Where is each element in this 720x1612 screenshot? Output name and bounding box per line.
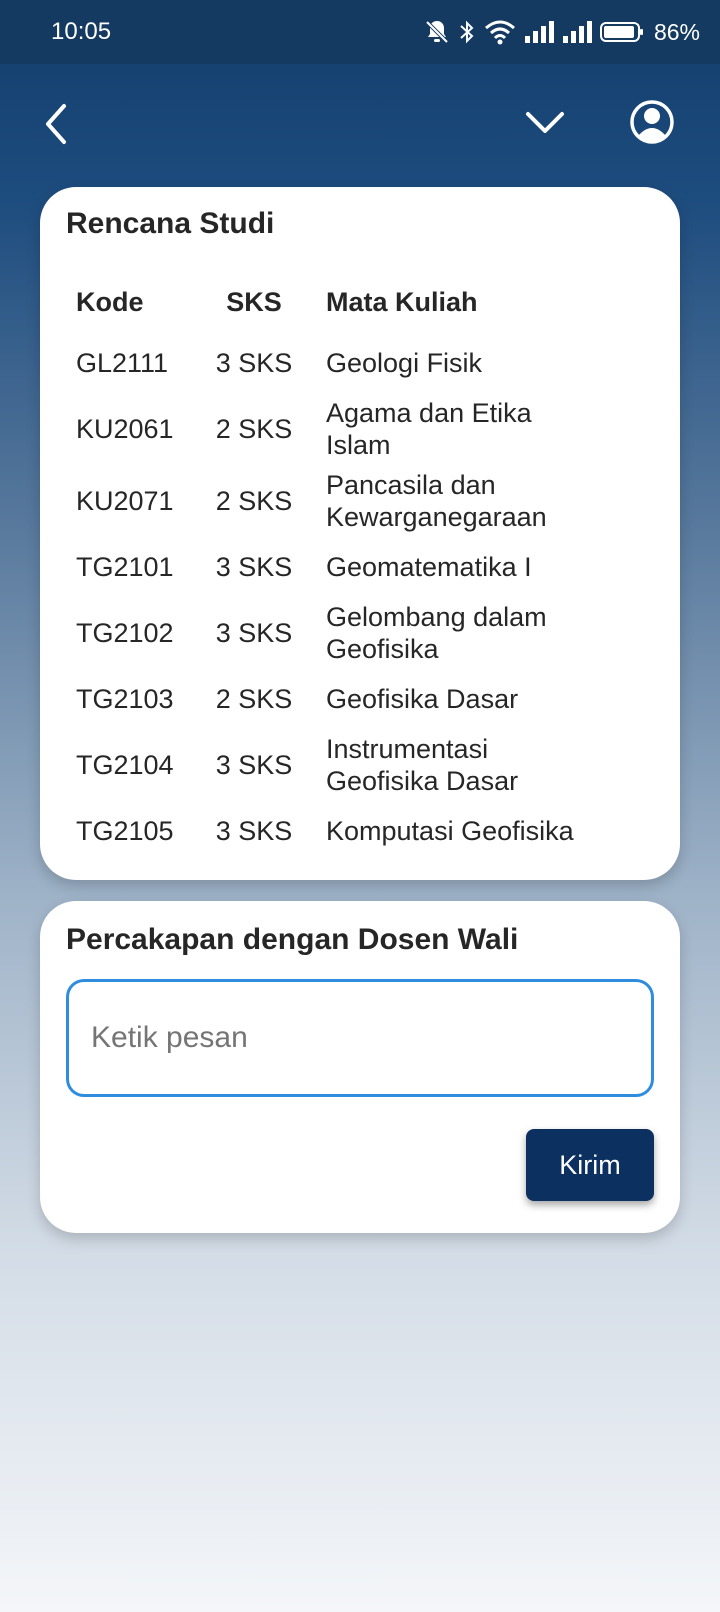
column-header-code: Kode (76, 286, 144, 317)
course-code: TG2104 (76, 749, 174, 780)
course-credits: 3 SKS (215, 749, 293, 780)
back-arrow-icon (46, 104, 66, 144)
top-app-bar (0, 64, 720, 180)
course-credits: 3 SKS (215, 815, 293, 846)
column-header-sks: SKS (226, 286, 282, 317)
signal-icon (562, 18, 592, 46)
signal-icon (524, 18, 554, 46)
table-row: TG2103 2 SKS Geofisika Dasar (76, 669, 636, 729)
course-name: Komputasi Geofisika (326, 816, 574, 846)
table-header: Kode SKS Mata Kuliah (76, 271, 636, 333)
course-code: TG2103 (76, 683, 174, 714)
course-name: Geomatematika I (326, 552, 532, 582)
study-plan-title: Rencana Studi (66, 207, 275, 240)
course-name: Geologi Fisik (326, 348, 483, 378)
course-credits: 2 SKS (215, 485, 293, 516)
status-bar: 10:05 86% (0, 0, 720, 64)
course-name: Instrumentasi Geofisika Dasar (326, 734, 519, 796)
dropdown-button[interactable] (522, 100, 568, 146)
table-row: KU2071 2 SKS Pancasila dan Kewarganegara… (76, 465, 636, 537)
course-name: Pancasila dan Kewarganegaraan (326, 470, 547, 532)
course-name: Gelombang dalam Geofisika (326, 602, 547, 664)
course-name: Agama dan Etika Islam (326, 398, 532, 460)
course-credits: 3 SKS (215, 617, 293, 648)
course-credits: 2 SKS (215, 683, 293, 714)
table-row: KU2061 2 SKS Agama dan Etika Islam (76, 393, 636, 465)
course-code: TG2105 (76, 815, 174, 846)
advisor-chat-card: Percakapan dengan Dosen Wali Kirim (40, 901, 680, 1233)
course-code: TG2101 (76, 551, 174, 582)
table-row: TG2104 3 SKS Instrumentasi Geofisika Das… (76, 729, 636, 801)
status-time: 10:05 (51, 18, 112, 45)
course-name: Geofisika Dasar (326, 684, 519, 714)
table-row: TG2105 3 SKS Komputasi Geofisika (76, 801, 636, 861)
profile-icon (630, 100, 674, 144)
course-code: TG2102 (76, 617, 174, 648)
send-button[interactable]: Kirim (526, 1129, 654, 1201)
status-icons: 86% (424, 16, 700, 48)
course-credits: 3 SKS (215, 551, 293, 582)
table-row: TG2101 3 SKS Geomatematika I (76, 537, 636, 597)
chevron-down-icon (526, 112, 564, 133)
chat-title: Percakapan dengan Dosen Wali (66, 923, 519, 956)
profile-button[interactable] (628, 96, 676, 148)
course-code: KU2061 (76, 413, 174, 444)
course-code: GL2111 (76, 347, 169, 378)
column-header-course: Mata Kuliah (326, 287, 478, 317)
message-input[interactable] (66, 979, 654, 1097)
wifi-icon (484, 18, 516, 46)
course-credits: 2 SKS (215, 413, 293, 444)
battery-icon (599, 18, 644, 46)
battery-percent: 86% (653, 18, 700, 45)
bell-off-icon (424, 18, 450, 46)
back-button[interactable] (36, 96, 80, 152)
table-row: GL2111 3 SKS Geologi Fisik (76, 333, 636, 393)
bluetooth-icon (458, 18, 476, 46)
study-plan-card: Rencana Studi Kode SKS Mata Kuliah GL211… (40, 187, 680, 880)
course-code: KU2071 (76, 485, 174, 516)
table-row: TG2102 3 SKS Gelombang dalam Geofisika (76, 597, 636, 669)
study-plan-table: Kode SKS Mata Kuliah GL2111 3 SKS Geolog… (76, 271, 636, 861)
course-credits: 3 SKS (215, 347, 293, 378)
